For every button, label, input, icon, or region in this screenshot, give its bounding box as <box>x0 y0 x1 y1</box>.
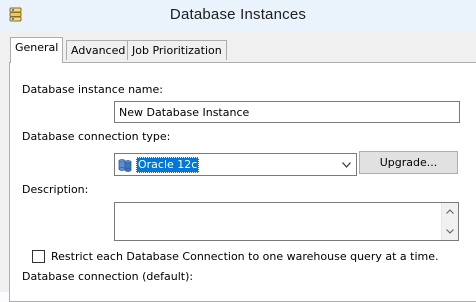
database-cylinders-icon <box>118 159 132 172</box>
instance-name-input[interactable] <box>115 102 459 122</box>
connection-type-label: Database connection type: <box>22 130 171 143</box>
description-scrollbar[interactable] <box>441 203 458 240</box>
instance-name-field[interactable] <box>114 101 460 123</box>
tab-job-prioritization[interactable]: Job Prioritization <box>127 40 227 60</box>
scroll-down-button[interactable] <box>442 223 458 240</box>
restrict-checkbox[interactable] <box>32 250 45 263</box>
connection-default-label: Database connection (default): <box>22 270 194 283</box>
general-tab-panel <box>9 62 476 302</box>
tab-advanced[interactable]: Advanced <box>66 40 131 60</box>
dialog-body: General Advanced Job Prioritization Data… <box>0 32 476 302</box>
description-textarea[interactable] <box>115 203 441 240</box>
connection-type-combobox[interactable]: Oracle 12c <box>114 153 357 176</box>
title-bar: Database Instances <box>0 0 476 32</box>
chevron-down-icon <box>446 229 454 234</box>
scroll-up-button[interactable] <box>442 203 458 220</box>
restrict-label[interactable]: Restrict each Database Connection to one… <box>51 250 439 263</box>
chevron-down-icon[interactable] <box>342 162 351 168</box>
upgrade-button[interactable]: Upgrade... <box>359 151 458 174</box>
window-title: Database Instances <box>169 6 307 23</box>
connection-type-selected: Oracle 12c <box>136 157 200 173</box>
description-field[interactable] <box>114 202 459 241</box>
chevron-up-icon <box>446 209 454 214</box>
tab-general[interactable]: General <box>10 37 64 63</box>
description-label: Description: <box>22 183 89 196</box>
instance-name-label: Database instance name: <box>22 83 163 96</box>
